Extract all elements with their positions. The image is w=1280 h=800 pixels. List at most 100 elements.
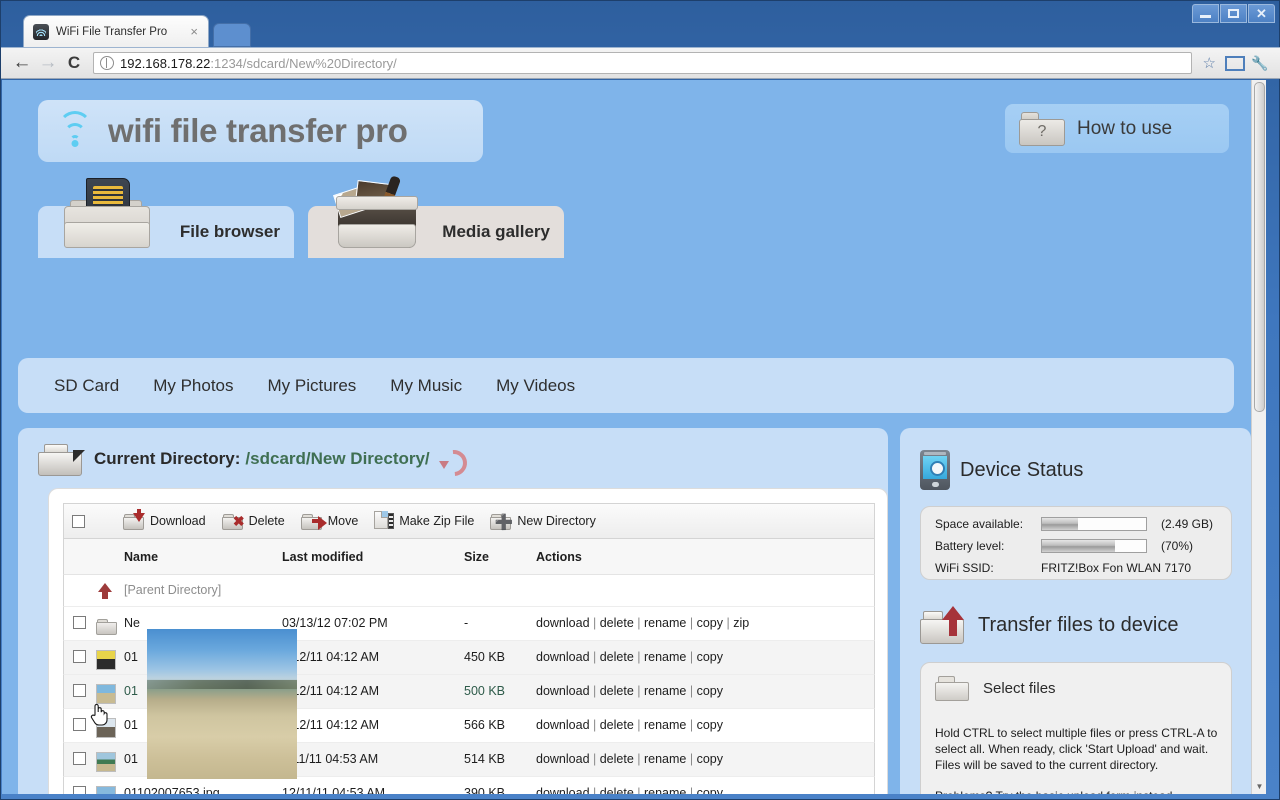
forward-button[interactable]: → <box>35 50 61 76</box>
action-rename[interactable]: rename <box>644 650 686 664</box>
tab-close-icon[interactable]: × <box>186 24 202 39</box>
nav-my-music[interactable]: My Music <box>390 376 462 396</box>
folder-x-icon: ✖ <box>222 513 244 530</box>
file-size: 450 KB <box>464 650 505 664</box>
wifi-ssid-label: WiFi SSID: <box>935 561 1041 575</box>
tab-media-gallery[interactable]: Media gallery <box>308 206 564 258</box>
folder-down-arrow-icon <box>123 513 145 530</box>
new-tab-button[interactable] <box>213 23 251 47</box>
file-actions: download | delete | rename | copy <box>536 752 723 766</box>
file-name[interactable]: 01 <box>124 684 138 698</box>
make-zip-button[interactable]: Make Zip File <box>374 511 474 531</box>
row-checkbox[interactable] <box>73 718 86 731</box>
address-bar[interactable]: 192.168.178.22:1234/sdcard/New%20Directo… <box>93 52 1192 74</box>
wifi-icon <box>54 115 96 147</box>
move-button[interactable]: Move <box>301 513 359 530</box>
help-folder-icon: ? <box>1019 112 1065 146</box>
battery-level-value: (70%) <box>1161 539 1193 553</box>
file-table-header: Name Last modified Size Actions <box>63 539 875 575</box>
file-name[interactable]: Ne <box>124 616 140 630</box>
action-download[interactable]: download <box>536 752 590 766</box>
action-download[interactable]: download <box>536 650 590 664</box>
image-thumbnail-icon <box>96 650 116 670</box>
action-rename[interactable]: rename <box>644 786 686 794</box>
action-copy[interactable]: copy <box>697 718 723 732</box>
row-checkbox[interactable] <box>73 684 86 697</box>
refresh-icon[interactable] <box>439 448 461 470</box>
file-size: 566 KB <box>464 718 505 732</box>
tab-file-browser[interactable]: File browser <box>38 206 294 258</box>
file-actions: download | delete | rename | copy <box>536 650 723 664</box>
action-rename[interactable]: rename <box>644 684 686 698</box>
file-name[interactable]: 01102007653.jpg <box>124 786 220 794</box>
action-copy[interactable]: copy <box>697 786 723 794</box>
action-download[interactable]: download <box>536 786 590 794</box>
file-size: 390 KB <box>464 786 505 794</box>
image-thumbnail-icon <box>96 752 116 772</box>
device-status-header: Device Status <box>920 450 1083 490</box>
action-download[interactable]: download <box>536 718 590 732</box>
action-download[interactable]: download <box>536 684 590 698</box>
scrollbar-thumb[interactable] <box>1254 82 1265 412</box>
action-rename[interactable]: rename <box>644 616 686 630</box>
transfer-files-title: Transfer files to device <box>978 614 1178 637</box>
bookmark-star-icon[interactable]: ☆ <box>1198 54 1221 72</box>
table-row[interactable]: 01102007653.jpg 12/11/11 04:53 AM 390 KB… <box>63 777 875 794</box>
reload-button[interactable]: C <box>61 50 87 76</box>
select-files-button[interactable]: Select files <box>935 675 1056 701</box>
parent-directory-row[interactable]: [Parent Directory] <box>63 575 875 607</box>
wifi-ssid-value: FRITZ!Box Fon WLAN 7170 <box>1041 561 1191 575</box>
action-delete[interactable]: delete <box>600 752 634 766</box>
row-checkbox[interactable] <box>73 752 86 765</box>
phone-icon <box>920 450 950 490</box>
upload-box: Select files Hold CTRL to select multipl… <box>920 662 1232 794</box>
scroll-down-arrow-icon[interactable]: ▼ <box>1252 779 1266 794</box>
back-button[interactable]: ← <box>9 50 35 76</box>
action-rename[interactable]: rename <box>644 718 686 732</box>
new-directory-button[interactable]: ➕ New Directory <box>490 513 596 530</box>
directory-nav: SD Card My Photos My Pictures My Music M… <box>18 358 1234 413</box>
action-delete[interactable]: delete <box>600 718 634 732</box>
page-scrollbar[interactable]: ▲ ▼ <box>1251 80 1266 794</box>
download-button[interactable]: Download <box>123 513 206 530</box>
nav-my-photos[interactable]: My Photos <box>153 376 233 396</box>
space-available-row: Space available: (2.49 GB) <box>935 514 1213 534</box>
row-checkbox[interactable] <box>73 616 86 629</box>
row-checkbox[interactable] <box>73 786 86 794</box>
action-zip[interactable]: zip <box>733 616 749 630</box>
action-download[interactable]: download <box>536 616 590 630</box>
action-delete[interactable]: delete <box>600 650 634 664</box>
wrench-menu-icon[interactable] <box>1251 55 1267 71</box>
file-name[interactable]: 01 <box>124 718 138 732</box>
make-zip-label: Make Zip File <box>399 514 474 528</box>
browser-tab[interactable]: WiFi File Transfer Pro × <box>23 15 209 47</box>
action-copy[interactable]: copy <box>697 752 723 766</box>
image-preview-popup <box>147 629 297 779</box>
image-thumbnail-icon[interactable] <box>96 684 116 704</box>
action-copy[interactable]: copy <box>697 650 723 664</box>
browser-window: ✕ WiFi File Transfer Pro × ← → C 192.168… <box>0 0 1280 800</box>
action-delete[interactable]: delete <box>600 786 634 794</box>
file-name[interactable]: 01 <box>124 650 138 664</box>
basic-upload-link[interactable]: Problems? Try the basic upload form inst… <box>935 789 1172 794</box>
action-delete[interactable]: delete <box>600 616 634 630</box>
wifi-ssid-row: WiFi SSID: FRITZ!Box Fon WLAN 7170 <box>935 558 1191 578</box>
column-header-actions: Actions <box>536 550 582 564</box>
action-delete[interactable]: delete <box>600 684 634 698</box>
new-directory-label: New Directory <box>517 514 596 528</box>
action-copy[interactable]: copy <box>697 616 723 630</box>
action-copy[interactable]: copy <box>697 684 723 698</box>
action-rename[interactable]: rename <box>644 752 686 766</box>
nav-my-videos[interactable]: My Videos <box>496 376 575 396</box>
row-checkbox[interactable] <box>73 650 86 663</box>
nav-my-pictures[interactable]: My Pictures <box>268 376 357 396</box>
nav-sd-card[interactable]: SD Card <box>54 376 119 396</box>
delete-button[interactable]: ✖ Delete <box>222 513 285 530</box>
download-label: Download <box>150 514 206 528</box>
file-list-card: Download ✖ Delete <box>48 488 888 794</box>
how-to-use-button[interactable]: ? How to use <box>1005 104 1229 153</box>
file-name[interactable]: 01 <box>124 752 138 766</box>
address-bar-text: 192.168.178.22:1234/sdcard/New%20Directo… <box>120 56 397 71</box>
select-all-checkbox[interactable] <box>72 515 85 528</box>
screencast-icon[interactable] <box>1225 56 1245 71</box>
